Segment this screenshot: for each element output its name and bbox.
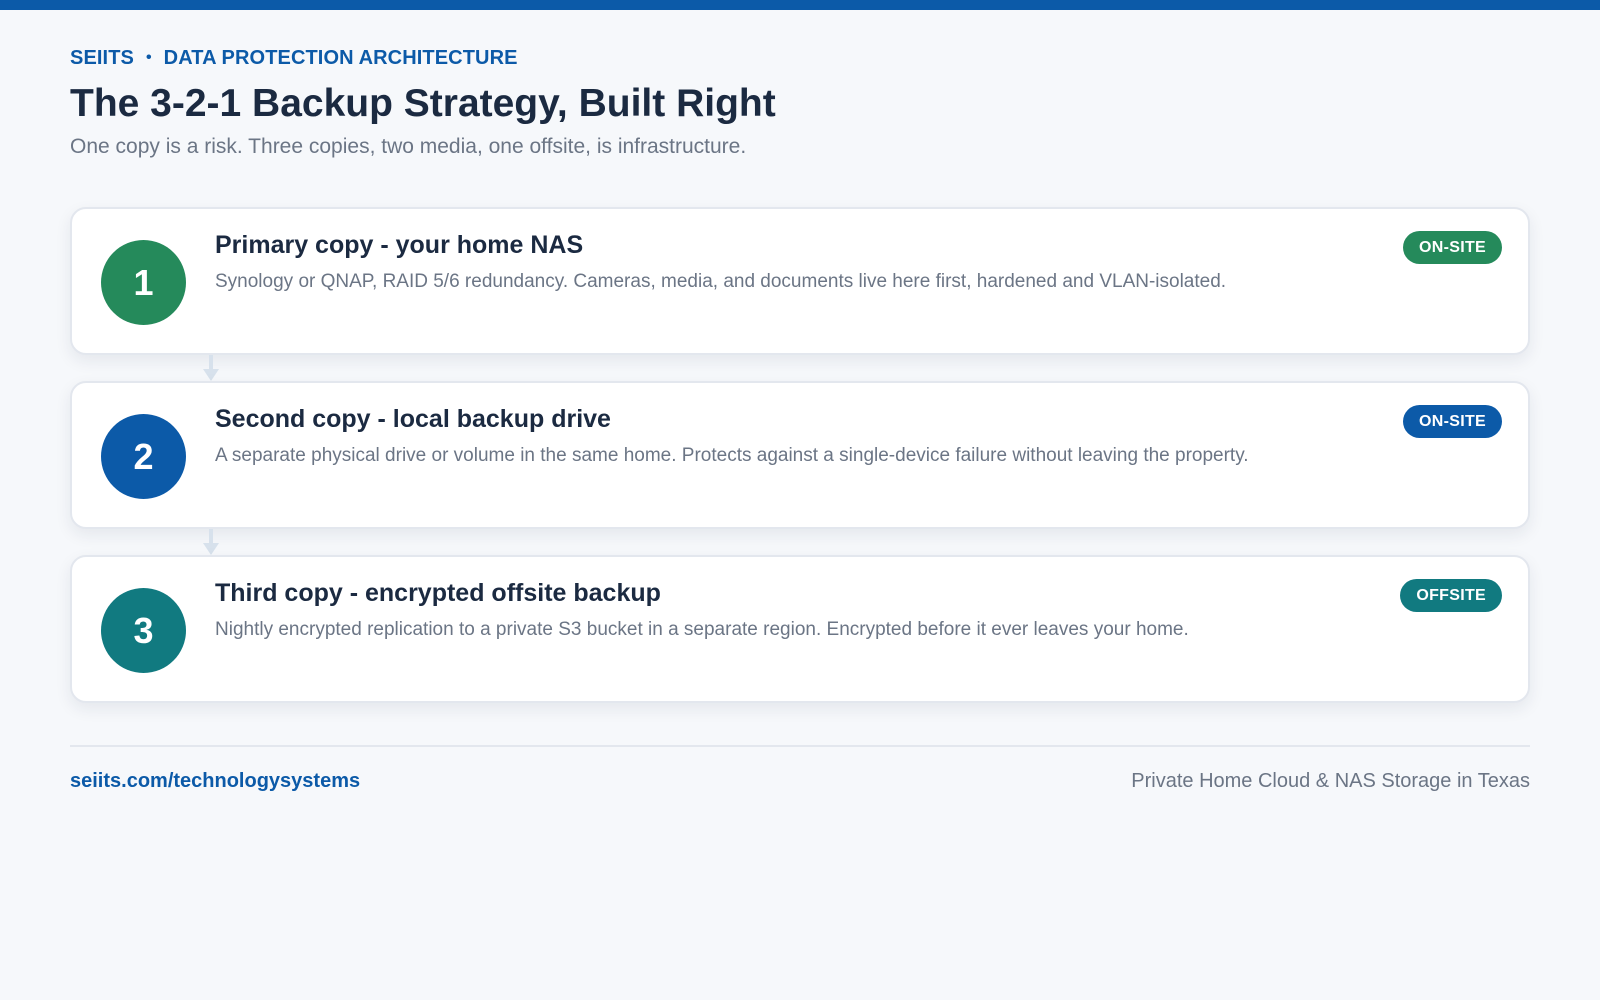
arrow-down-icon [203,529,219,555]
footer-divider [70,745,1530,747]
location-badge: ON-SITE [1403,405,1502,438]
step-title: Primary copy - your home NAS [215,231,584,259]
step-description: Synology or QNAP, RAID 5/6 redundancy. C… [215,271,1227,292]
step-description: A separate physical drive or volume in t… [215,445,1249,466]
location-badge: ON-SITE [1403,231,1502,264]
footer-tagline: Private Home Cloud & NAS Storage in Texa… [1131,770,1530,792]
step-card-2: 2 Second copy - local backup drive A sep… [70,381,1530,529]
step-title: Third copy - encrypted offsite backup [215,579,661,607]
website-link[interactable]: seiits.com/technologysystems [70,770,360,793]
step-card-1: 1 Primary copy - your home NAS Synology … [70,207,1530,355]
location-badge: OFFSITE [1400,579,1502,612]
step-card-3: 3 Third copy - encrypted offsite backup … [70,555,1530,703]
eyebrow-separator: • [145,49,152,66]
section-label: DATA PROTECTION ARCHITECTURE [163,47,518,69]
step-number-badge: 1 [101,240,186,325]
arrow-down-icon [203,355,219,381]
step-description: Nightly encrypted replication to a priva… [215,619,1189,640]
step-title: Second copy - local backup drive [215,405,611,433]
page-subtitle: One copy is a risk. Three copies, two me… [70,135,747,158]
top-accent-bar [0,0,1600,10]
page-title: The 3-2-1 Backup Strategy, Built Right [70,82,776,125]
step-number-badge: 3 [101,588,186,673]
brand-name: SEIITS [70,47,134,69]
eyebrow: SEIITS • DATA PROTECTION ARCHITECTURE [70,47,518,70]
step-number-badge: 2 [101,414,186,499]
